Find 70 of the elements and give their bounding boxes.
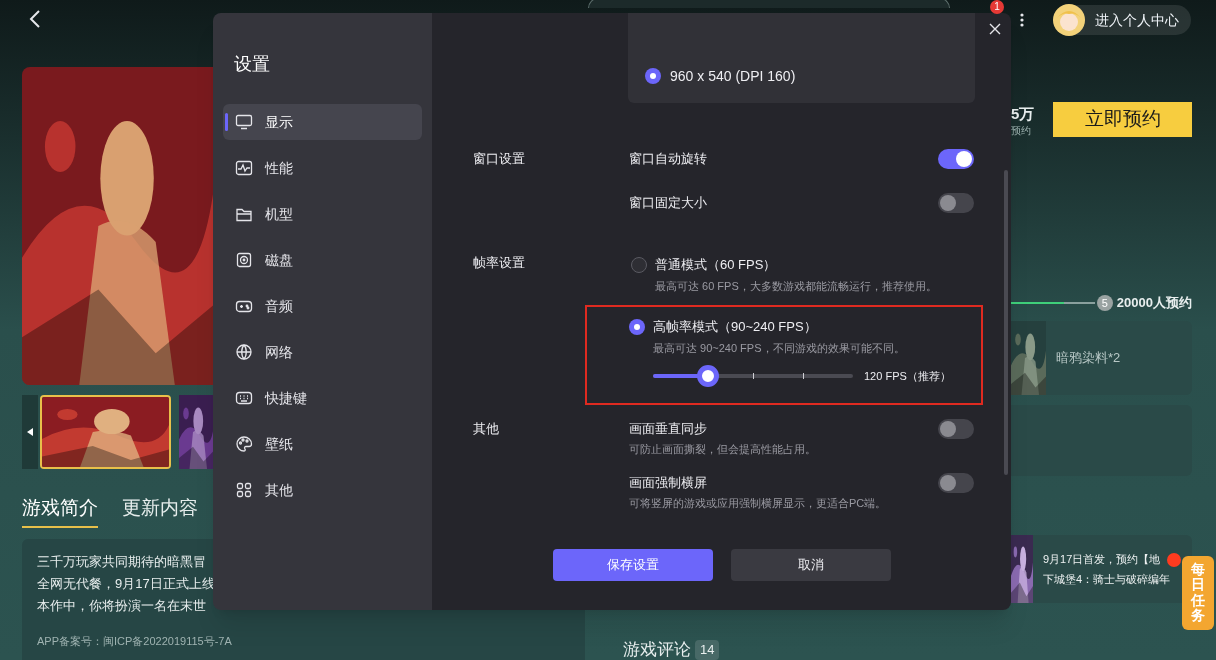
reward-name: 暗鸦染料*2 (1056, 349, 1121, 368)
option-label: 高帧率模式（90~240 FPS） (653, 318, 817, 337)
setting-label: 窗口固定大小 (629, 194, 707, 213)
dialog-title: 设置 (234, 53, 270, 76)
sidebar-item[interactable]: 磁盘 (223, 242, 422, 278)
setting-label: 画面垂直同步 (629, 420, 707, 439)
slider-value: 120 FPS（推荐） (864, 368, 951, 384)
sidebar-item[interactable]: 显示 (223, 104, 422, 140)
tick-mark (753, 373, 754, 379)
toggle-switch[interactable] (938, 193, 974, 213)
selection-bar (225, 113, 228, 131)
slider[interactable] (653, 365, 853, 387)
section-label: 窗口设置 (473, 150, 526, 168)
radio-button[interactable] (645, 68, 661, 84)
grid-icon (235, 481, 253, 499)
close-button[interactable] (987, 21, 1003, 37)
sidebar-item[interactable]: 机型 (223, 196, 422, 232)
news-text: 下城堡4：骑士与破碎编年 (1043, 572, 1171, 587)
section-title: 游戏评论 (623, 639, 691, 660)
keyboard-icon (235, 389, 253, 407)
sidebar-item[interactable]: 快捷键 (223, 380, 422, 416)
back-icon[interactable] (29, 9, 41, 29)
toggle-switch[interactable] (938, 473, 974, 493)
section-label: 其他 (473, 420, 500, 438)
tab[interactable]: 游戏简介 (22, 494, 98, 528)
reserve-count: 5万 (1011, 105, 1035, 123)
tab[interactable]: 更新内容 (122, 494, 198, 528)
setting-label: 画面强制横屏 (629, 474, 707, 493)
left-arrow-icon (27, 428, 33, 436)
option-label: 960 x 540 (DPI 160) (670, 66, 796, 86)
reserve-button[interactable]: 立即预约 (1053, 102, 1192, 137)
save-button[interactable]: 保存设置 (553, 549, 713, 581)
milestone-label: 20000人预约 (1116, 294, 1192, 313)
setting-description: 可防止画面撕裂，但会提高性能占用。 (629, 442, 816, 457)
icp-text: APP备案号：闽ICP备2022019115号-7A (37, 633, 232, 649)
reserve-label: 预约 (1011, 124, 1032, 138)
radio-button[interactable] (631, 257, 647, 273)
toggle-switch[interactable] (938, 149, 974, 169)
notification-badge: 1 (990, 0, 1004, 14)
sidebar-item[interactable]: 网络 (223, 334, 422, 370)
pulse-icon (235, 159, 253, 177)
user-center-button[interactable]: 进入个人中心 (1053, 5, 1191, 35)
slider-thumb[interactable] (697, 365, 719, 387)
option-description: 最高可达 90~240 FPS，不同游戏的效果可能不同。 (653, 341, 905, 356)
tick-mark (803, 373, 804, 379)
option-label: 普通模式（60 FPS） (655, 256, 777, 275)
milestone-badge: 5 (1096, 295, 1113, 311)
sidebar-item[interactable]: 性能 (223, 150, 422, 186)
option-description: 最高可达 60 FPS，大多数游戏都能流畅运行，推荐使用。 (655, 279, 937, 294)
radio-button[interactable] (629, 319, 645, 335)
sidebar-item[interactable]: 壁纸 (223, 426, 422, 462)
avatar-icon (1053, 4, 1085, 36)
toggle-switch[interactable] (938, 419, 974, 439)
monitor-icon (235, 113, 253, 131)
more-icon[interactable] (1020, 13, 1024, 27)
close-icon (987, 21, 1003, 37)
setting-label: 窗口自动旋转 (629, 150, 707, 169)
news-text: 9月17日首发，预约【地 (1043, 552, 1162, 567)
sidebar-item[interactable]: 其他 (223, 472, 422, 508)
palette-icon (235, 435, 253, 453)
section-label: 帧率设置 (473, 254, 526, 272)
description-text: 三千万玩家共同期待的暗黑冒 (37, 552, 206, 571)
comment-count: 14 (695, 640, 720, 660)
description-text: 本作中，你将扮演一名在末世 (37, 596, 206, 615)
cancel-button[interactable]: 取消 (731, 549, 891, 581)
setting-description: 可将竖屏的游戏或应用强制横屏显示，更适合PC端。 (629, 496, 887, 511)
sidebar-item[interactable]: 音频 (223, 288, 422, 324)
previous-button[interactable] (22, 395, 38, 469)
scrollbar[interactable] (1004, 170, 1008, 475)
globe-icon (235, 343, 253, 361)
